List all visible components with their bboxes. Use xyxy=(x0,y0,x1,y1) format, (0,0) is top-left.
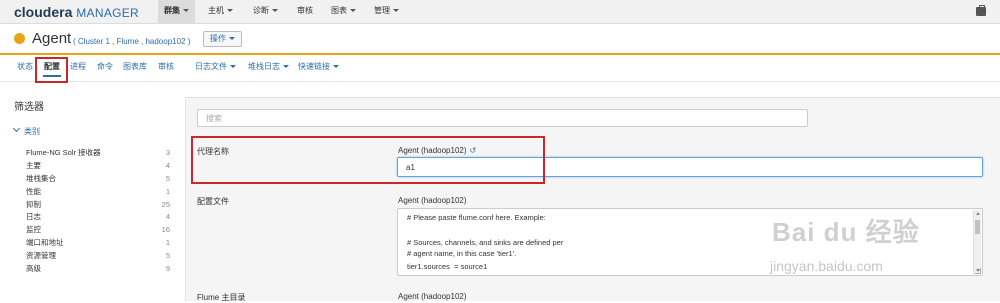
page-subtitle[interactable]: ( Cluster 1 , Flume , hadoop102 ) xyxy=(73,37,190,46)
tab-processes[interactable]: 进程 xyxy=(70,62,86,72)
chevron-down-icon xyxy=(230,65,236,69)
chevron-down-icon xyxy=(183,9,189,13)
config-line: # Sources, channels, and sinks are defin… xyxy=(407,238,564,247)
baidu-watermark-url: jingyan.baidu.com xyxy=(770,258,883,274)
config-line: tier1.sources = source1 xyxy=(407,262,488,271)
filter-count: 4 xyxy=(165,212,170,222)
category-toggle[interactable]: 类别 xyxy=(24,126,40,137)
filter-item[interactable]: 高级 9 xyxy=(26,263,170,276)
sidebar-title: 筛选器 xyxy=(14,102,44,113)
property-label-flume-home: Flume 主目录 xyxy=(197,293,246,302)
tab-log-files-menu[interactable]: 日志文件 xyxy=(195,62,236,72)
filter-list: Flume-NG Solr 接收器 3 主要 4 堆栈集合 5 性能 1 抑制 25 日志… xyxy=(26,147,170,276)
config-line: # Please paste flume.conf here. Example: xyxy=(407,213,546,222)
subnav-divider xyxy=(0,81,1000,82)
filter-item[interactable]: 资源管理 5 xyxy=(26,250,170,263)
tab-chart-library[interactable]: 图表库 xyxy=(123,62,147,72)
chevron-down-icon xyxy=(229,37,235,41)
chevron-down-icon xyxy=(393,9,399,13)
chevron-down-icon xyxy=(333,65,339,69)
tab-quick-links-menu[interactable]: 快速链接 xyxy=(298,62,339,72)
filter-count: 25 xyxy=(161,199,170,209)
filter-count: 5 xyxy=(165,173,170,183)
baidu-watermark-logo: Bai du 经验 xyxy=(772,217,920,247)
nav-administration-menu[interactable]: 管理 xyxy=(374,0,399,24)
filter-item[interactable]: 抑制 25 xyxy=(26,199,170,212)
filter-count: 4 xyxy=(165,160,170,170)
textarea-scrollbar[interactable] xyxy=(973,210,981,274)
property-scope-flume-home: Agent (hadoop102) xyxy=(398,292,467,301)
property-scope-config-file: Agent (hadoop102) xyxy=(398,196,467,205)
resize-handle-icon[interactable] xyxy=(975,268,981,274)
filter-count: 5 xyxy=(165,251,170,261)
scrollbar-thumb[interactable] xyxy=(975,220,980,234)
top-navbar: cloudera MANAGER 群集 主机 诊断 审核 图表 管理 xyxy=(0,0,1000,24)
nav-clusters-menu[interactable]: 群集 xyxy=(158,0,195,24)
tab-status[interactable]: 状态 xyxy=(17,62,33,72)
scroll-up-arrow-icon[interactable] xyxy=(976,212,980,215)
property-label-config-file: 配置文件 xyxy=(197,197,229,206)
actions-dropdown-button[interactable]: 操作 xyxy=(203,31,242,47)
status-indicator-icon xyxy=(14,33,25,44)
header-divider xyxy=(0,53,1000,55)
filter-count: 3 xyxy=(165,148,170,157)
tab-commands[interactable]: 命令 xyxy=(97,62,113,72)
filter-item[interactable]: 性能 1 xyxy=(26,186,170,199)
filter-item[interactable]: Flume-NG Solr 接收器 3 xyxy=(26,147,170,160)
search-input[interactable]: 搜索 xyxy=(197,109,808,127)
filter-item[interactable]: 主要 4 xyxy=(26,160,170,173)
chevron-down-icon xyxy=(350,9,356,13)
filter-item[interactable]: 监控 16 xyxy=(26,224,170,237)
briefcase-icon[interactable] xyxy=(976,5,986,16)
chevron-down-icon[interactable] xyxy=(12,124,21,133)
filter-item[interactable]: 端口和地址 1 xyxy=(26,237,170,250)
nav-audits-link[interactable]: 审核 xyxy=(297,0,313,24)
chevron-down-icon xyxy=(283,65,289,69)
filter-count: 1 xyxy=(165,238,170,248)
page-title: Agent xyxy=(32,30,72,47)
chevron-down-icon xyxy=(227,9,233,13)
filter-count: 9 xyxy=(165,264,170,274)
filter-count: 16 xyxy=(161,225,170,235)
filter-item[interactable]: 日志 4 xyxy=(26,211,170,224)
highlight-box-configuration-tab xyxy=(35,57,68,83)
highlight-box-agent-name xyxy=(191,136,545,184)
filter-item[interactable]: 堆栈集合 5 xyxy=(26,173,170,186)
filter-count: 1 xyxy=(165,186,170,196)
tab-stack-logs-menu[interactable]: 堆栈日志 xyxy=(248,62,289,72)
nav-diagnostics-menu[interactable]: 诊断 xyxy=(253,0,278,24)
config-line: # agent name, in this case 'tier1'. xyxy=(407,249,517,258)
tab-audits[interactable]: 审核 xyxy=(158,62,174,72)
cloudera-manager-logo[interactable]: cloudera MANAGER xyxy=(14,4,139,21)
nav-charts-menu[interactable]: 图表 xyxy=(331,0,356,24)
chevron-down-icon xyxy=(272,9,278,13)
nav-hosts-menu[interactable]: 主机 xyxy=(208,0,233,24)
